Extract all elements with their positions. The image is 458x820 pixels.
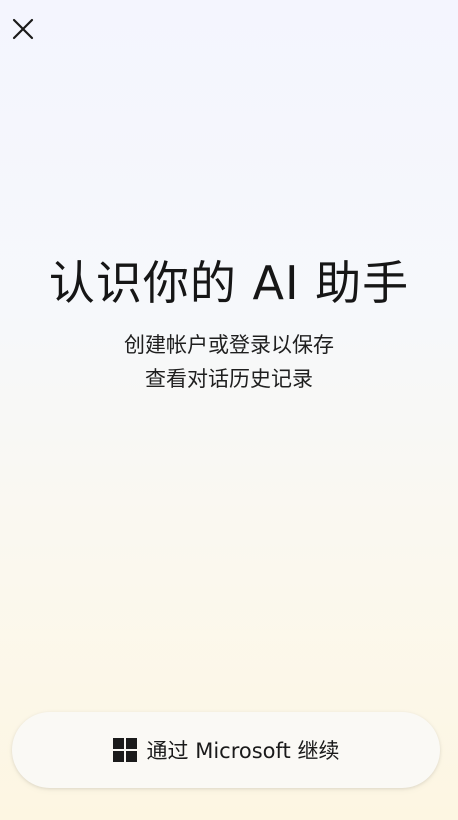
close-icon	[11, 17, 35, 41]
hero-section: 认识你的 AI 助手 创建帐户或登录以保存 查看对话历史记录	[0, 252, 458, 396]
subtitle-line-1: 创建帐户或登录以保存	[124, 333, 334, 357]
subtitle: 创建帐户或登录以保存 查看对话历史记录	[0, 328, 458, 396]
close-button[interactable]	[6, 12, 40, 46]
page-title: 认识你的 AI 助手	[48, 256, 410, 310]
continue-button-label: 通过 Microsoft 继续	[146, 739, 340, 763]
windows-logo-icon	[112, 738, 137, 762]
subtitle-line-2: 查看对话历史记录	[145, 367, 313, 391]
continue-with-microsoft-button[interactable]: 通过 Microsoft 继续	[12, 712, 440, 788]
